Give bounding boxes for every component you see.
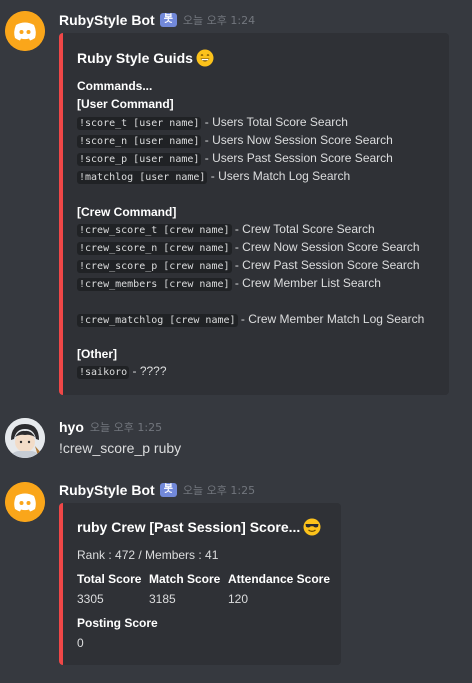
command-description: - Users Total Score Search (201, 115, 348, 129)
user-avatar[interactable] (5, 418, 45, 458)
bot-avatar[interactable] (5, 11, 45, 51)
command-code: !crew_score_p [crew name] (77, 260, 232, 273)
embed-title: Ruby Style Guids (77, 49, 214, 67)
command-line: !score_t [user name] - Users Total Score… (77, 114, 348, 132)
command-code: !crew_score_n [crew name] (77, 242, 232, 255)
field-total-score: Total Score 3305 (77, 571, 141, 607)
command-description: - Crew Now Session Score Search (231, 240, 420, 254)
other-heading: [Other] (77, 347, 117, 361)
commands-heading: Commands... (77, 79, 153, 93)
command-code: !score_n [user name] (77, 135, 202, 148)
smiling-face-with-sunglasses-emoji-icon (303, 518, 321, 536)
command-code: !matchlog [user name] (77, 171, 208, 184)
command-line: !crew_score_t [crew name] - Crew Total S… (77, 221, 375, 239)
field-match-score: Match Score 3185 (149, 571, 220, 607)
command-description: - Users Now Session Score Search (201, 133, 393, 147)
command-code: !crew_score_t [crew name] (77, 224, 232, 237)
field-name: Match Score (149, 572, 221, 586)
bot-avatar[interactable] (5, 482, 45, 522)
grinning-face-emoji-icon (196, 49, 214, 67)
command-description: - Crew Past Session Score Search (231, 258, 420, 272)
embed-title: ruby Crew [Past Session] Score... (77, 518, 321, 536)
timestamp: 오늘 오후 1:24 (182, 14, 256, 27)
command-code: !crew_matchlog [crew name] (77, 314, 238, 327)
command-line: !crew_matchlog [crew name] - Crew Member… (77, 311, 424, 329)
embed-title-text: ruby Crew [Past Session] Score... (77, 519, 301, 535)
crew-command-heading: [Crew Command] (77, 205, 177, 219)
command-description: - Users Match Log Search (207, 169, 351, 183)
field-attendance-score: Attendance Score 120 (228, 571, 330, 607)
timestamp: 오늘 오후 1:25 (182, 484, 256, 497)
command-description: - Crew Member List Search (231, 276, 381, 290)
bot-tag: 봇 (159, 13, 177, 27)
field-value: 120 (228, 592, 249, 606)
discord-logo-icon (5, 11, 45, 51)
command-description: - Crew Member Match Log Search (237, 312, 425, 326)
field-posting-score: Posting Score 0 (77, 615, 158, 651)
command-line: !crew_score_p [crew name] - Crew Past Se… (77, 257, 420, 275)
command-code: !score_p [user name] (77, 153, 202, 166)
username[interactable]: RubyStyle Bot (59, 12, 155, 28)
command-line: !matchlog [user name] - Users Match Log … (77, 168, 350, 186)
username[interactable]: RubyStyle Bot (59, 482, 155, 498)
command-line: !saikoro - ???? (77, 363, 167, 381)
discord-logo-icon (5, 482, 45, 522)
embed-title-text: Ruby Style Guids (77, 50, 193, 66)
field-value: 3185 (149, 592, 176, 606)
command-code: !score_t [user name] (77, 117, 202, 130)
message-header: RubyStyle Bot 봇 오늘 오후 1:24 (59, 10, 255, 30)
user-command-heading: [User Command] (77, 97, 174, 111)
field-value: 3305 (77, 592, 104, 606)
command-description: - Crew Total Score Search (231, 222, 375, 236)
command-line: !score_n [user name] - Users Now Session… (77, 132, 393, 150)
message-text: !crew_score_p ruby (59, 440, 182, 456)
timestamp: 오늘 오후 1:25 (89, 421, 163, 434)
bot-tag: 봇 (159, 483, 177, 497)
field-name: Posting Score (77, 616, 158, 630)
command-description: - Users Past Session Score Search (201, 151, 393, 165)
help-embed: Ruby Style Guids Commands... [User Comma… (59, 33, 449, 395)
command-line: !score_p [user name] - Users Past Sessio… (77, 150, 393, 168)
field-value: 0 (77, 636, 84, 650)
field-name: Attendance Score (228, 572, 331, 586)
command-code: !saikoro (77, 366, 130, 379)
message-header: RubyStyle Bot 봇 오늘 오후 1:25 (59, 480, 255, 500)
command-line: !crew_score_n [crew name] - Crew Now Ses… (77, 239, 420, 257)
command-code: !crew_members [crew name] (77, 278, 232, 291)
score-embed: ruby Crew [Past Session] Score... Rank :… (59, 503, 341, 665)
rank-description: Rank : 472 / Members : 41 (77, 548, 219, 562)
message-header: hyo 오늘 오후 1:25 (59, 417, 162, 437)
command-description: - ???? (129, 364, 167, 378)
username[interactable]: hyo (59, 419, 84, 435)
command-line: !crew_members [crew name] - Crew Member … (77, 275, 381, 293)
user-avatar-image-icon (5, 418, 45, 458)
field-name: Total Score (77, 572, 142, 586)
